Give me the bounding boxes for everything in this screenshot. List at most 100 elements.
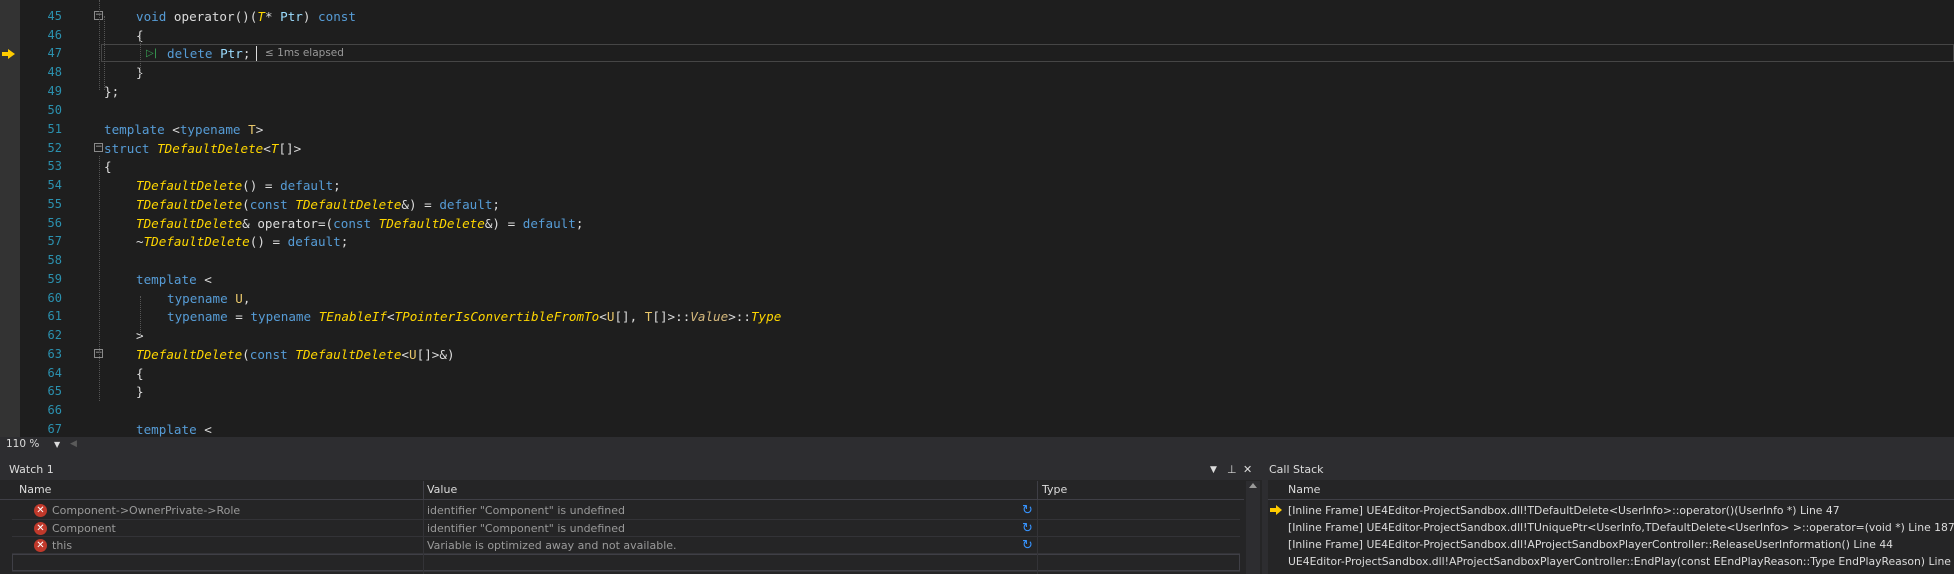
- code-line-63: 63 − TDefaultDelete(const TDefaultDelete…: [0, 345, 1954, 364]
- callstack-grid-header: Name: [1268, 481, 1954, 500]
- refresh-icon[interactable]: ↻: [1022, 537, 1033, 554]
- watch-title-bar: Watch 1 ▼ ⊥ ✕: [0, 460, 1262, 480]
- code-line-59: 59 template <: [0, 270, 1954, 289]
- watch-row[interactable]: ✕ this Variable is optimized away and no…: [12, 537, 1240, 554]
- refresh-icon[interactable]: ↻: [1022, 520, 1033, 537]
- column-separator[interactable]: [423, 481, 424, 499]
- stack-frame[interactable]: [Inline Frame] UE4Editor-ProjectSandbox.…: [1268, 502, 1954, 519]
- line-number: 46: [47, 28, 62, 42]
- column-separator: [423, 500, 424, 574]
- watch-expression[interactable]: Component->OwnerPrivate->Role: [52, 502, 240, 519]
- collapse-icon[interactable]: −: [94, 143, 103, 152]
- column-header-name[interactable]: Name: [1288, 481, 1320, 499]
- stack-frame[interactable]: [Inline Frame] UE4Editor-ProjectSandbox.…: [1268, 519, 1954, 536]
- line-number: 57: [47, 234, 62, 248]
- line-number: 66: [47, 403, 62, 417]
- vertical-scrollbar[interactable]: [1246, 481, 1260, 574]
- perf-tip[interactable]: ≤ 1ms elapsed: [265, 44, 344, 63]
- code-line-64: 64 {: [0, 364, 1954, 383]
- code-text: {: [136, 366, 144, 381]
- stack-frame[interactable]: UE4Editor-ProjectSandbox.dll!AProjectSan…: [1268, 553, 1954, 570]
- scroll-up-icon[interactable]: [1249, 483, 1257, 488]
- stack-frame-label[interactable]: UE4Editor-ProjectSandbox.dll!AProjectSan…: [1288, 553, 1954, 570]
- callstack-title-bar: Call Stack: [1268, 460, 1954, 480]
- indent-guide: [140, 296, 141, 336]
- pin-icon[interactable]: ⊥: [1227, 460, 1237, 480]
- stack-frame[interactable]: [Inline Frame] UE4Editor-ProjectSandbox.…: [1268, 536, 1954, 553]
- chevron-down-icon[interactable]: ▼: [1210, 460, 1217, 480]
- indent-guide: [140, 36, 141, 76]
- line-number: 56: [47, 216, 62, 230]
- column-separator[interactable]: [1037, 481, 1038, 499]
- code-line-67: 67 template <: [0, 420, 1954, 437]
- watch-window: Watch 1 ▼ ⊥ ✕ Name Value Type ✕ Componen…: [0, 460, 1262, 574]
- refresh-icon[interactable]: ↻: [1022, 502, 1033, 519]
- code-line-58: 58: [0, 251, 1954, 270]
- column-header-value[interactable]: Value: [427, 481, 457, 499]
- code-text: TDefaultDelete(const TDefaultDelete<U[]>…: [136, 347, 455, 362]
- outline-guide: [104, 16, 105, 90]
- line-number: 62: [47, 328, 62, 342]
- execution-pointer-arrow: [8, 49, 15, 59]
- text-caret: [256, 46, 257, 61]
- watch-row[interactable]: ✕ Component identifier "Component" is un…: [12, 520, 1240, 537]
- line-number: 52: [47, 141, 62, 155]
- line-number: 47: [47, 46, 62, 60]
- code-line-54: 54 TDefaultDelete() = default;: [0, 176, 1954, 195]
- code-text: TDefaultDelete& operator=(const TDefault…: [136, 216, 584, 231]
- code-line-50: 50: [0, 101, 1954, 120]
- code-line-52: 52 − struct TDefaultDelete<T[]>: [0, 139, 1954, 158]
- scroll-left-icon[interactable]: ◀: [70, 438, 77, 450]
- line-number: 50: [47, 103, 62, 117]
- line-number: 53: [47, 159, 62, 173]
- watch-add-row[interactable]: [12, 554, 1240, 571]
- error-icon: ✕: [34, 539, 47, 552]
- code-line-51: 51 template <typename T>: [0, 120, 1954, 139]
- line-number: 60: [47, 291, 62, 305]
- window-title: Watch 1: [9, 463, 54, 476]
- call-stack-window: Call Stack Name [Inline Frame] UE4Editor…: [1268, 460, 1954, 574]
- watch-grid-header: Name Value Type: [0, 481, 1244, 500]
- code-text: template <: [136, 272, 212, 287]
- code-line-66: 66: [0, 401, 1954, 420]
- current-frame-arrow: [1276, 505, 1282, 515]
- horizontal-scrollbar[interactable]: [82, 440, 1942, 447]
- line-number: 65: [47, 384, 62, 398]
- line-number: 49: [47, 84, 62, 98]
- column-separator: [1037, 500, 1038, 574]
- code-text: TDefaultDelete() = default;: [136, 178, 341, 193]
- code-editor[interactable]: 45 − void operator()(T* Ptr) const 46 { …: [0, 0, 1954, 437]
- pane-splitter[interactable]: [0, 450, 1954, 460]
- line-number: 51: [47, 122, 62, 136]
- code-line-55: 55 TDefaultDelete(const TDefaultDelete&)…: [0, 195, 1954, 214]
- code-line-47: 47 ▷| delete Ptr; ≤ 1ms elapsed: [0, 44, 1954, 63]
- stack-frame-label[interactable]: [Inline Frame] UE4Editor-ProjectSandbox.…: [1288, 536, 1893, 553]
- column-header-name[interactable]: Name: [19, 481, 51, 499]
- code-text: TDefaultDelete(const TDefaultDelete&) = …: [136, 197, 501, 212]
- code-text: struct TDefaultDelete<T[]>: [104, 141, 302, 156]
- column-header-type[interactable]: Type: [1042, 481, 1067, 499]
- watch-value[interactable]: identifier "Component" is undefined: [427, 520, 625, 537]
- error-icon: ✕: [34, 504, 47, 517]
- run-to-click-icon[interactable]: ▷|: [146, 44, 157, 63]
- watch-expression[interactable]: this: [52, 537, 72, 554]
- stack-frame-label[interactable]: [Inline Frame] UE4Editor-ProjectSandbox.…: [1288, 502, 1840, 519]
- watch-value[interactable]: identifier "Component" is undefined: [427, 502, 625, 519]
- watch-row[interactable]: ✕ Component->OwnerPrivate->Role identifi…: [12, 502, 1240, 519]
- zoom-level[interactable]: 110 %: [6, 437, 39, 451]
- line-number: 54: [47, 178, 62, 192]
- code-line-65: 65 }: [0, 382, 1954, 401]
- line-number: 55: [47, 197, 62, 211]
- close-icon[interactable]: ✕: [1243, 460, 1252, 480]
- window-title: Call Stack: [1269, 463, 1324, 476]
- row-divider: [12, 571, 1240, 572]
- line-number: 67: [47, 422, 62, 436]
- code-line-53: 53 {: [0, 157, 1954, 176]
- stack-frame-label[interactable]: [Inline Frame] UE4Editor-ProjectSandbox.…: [1288, 519, 1954, 536]
- code-text: template <: [136, 422, 212, 437]
- code-line-46: 46 {: [0, 26, 1954, 45]
- line-number: 48: [47, 65, 62, 79]
- watch-expression[interactable]: Component: [52, 520, 116, 537]
- watch-value[interactable]: Variable is optimized away and not avail…: [427, 537, 677, 554]
- code-line-61: 61 typename = typename TEnableIf<TPointe…: [0, 307, 1954, 326]
